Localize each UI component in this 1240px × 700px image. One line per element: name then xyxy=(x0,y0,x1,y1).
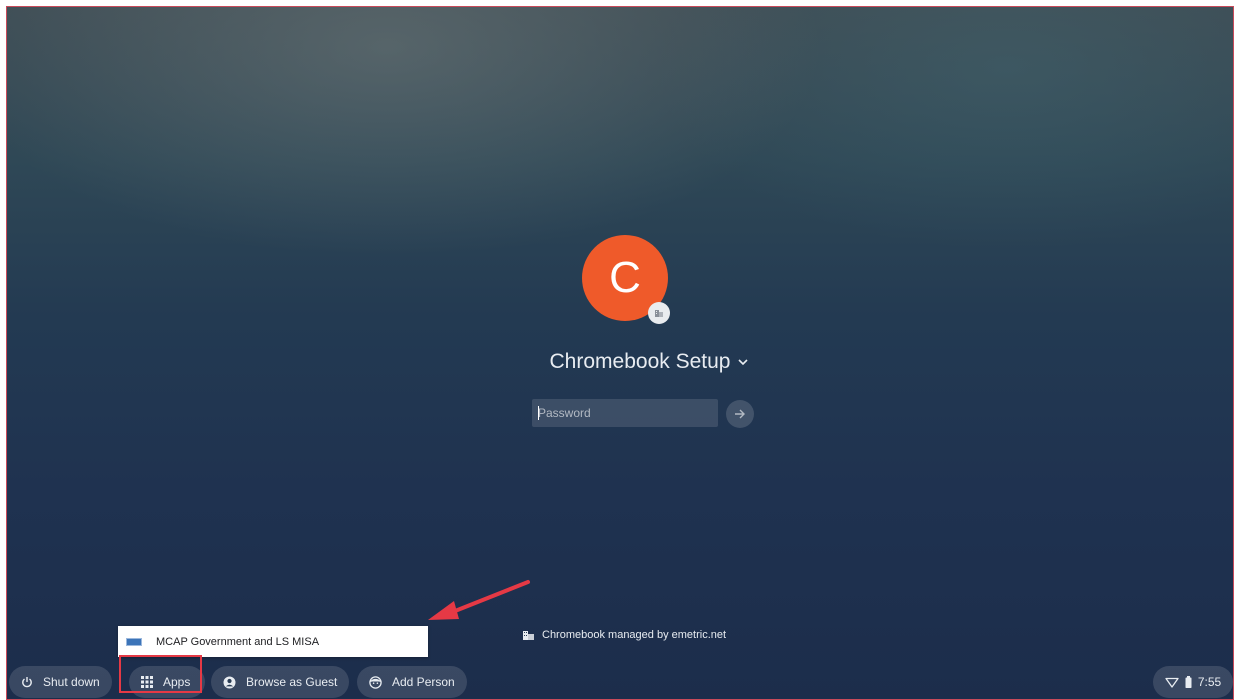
guest-account-icon xyxy=(223,676,236,688)
add-person-button[interactable]: Add Person xyxy=(357,666,467,698)
status-tray[interactable]: 7:55 xyxy=(1153,666,1233,698)
management-text: Chromebook managed by emetric.net xyxy=(542,629,727,641)
apps-menu: MCAP Government and LS MISA xyxy=(118,626,428,657)
apps-grid-icon xyxy=(141,676,153,688)
browse-as-guest-button[interactable]: Browse as Guest xyxy=(211,666,350,698)
add-person-label: Add Person xyxy=(392,675,455,689)
management-notice: Chromebook managed by emetric.net xyxy=(523,627,726,643)
shutdown-label: Shut down xyxy=(43,675,100,689)
battery-icon xyxy=(1185,676,1192,688)
submit-arrow-button[interactable] xyxy=(726,400,754,428)
user-name-label: Chromebook Setup xyxy=(549,350,731,373)
app-menu-item-label: MCAP Government and LS MISA xyxy=(156,635,320,648)
shutdown-button[interactable]: Shut down xyxy=(9,666,112,698)
app-menu-item[interactable]: MCAP Government and LS MISA xyxy=(118,626,428,657)
login-screen: C Chromebook Setup Chromebook managed by… xyxy=(6,6,1234,700)
clock-time: 7:55 xyxy=(1197,675,1222,689)
user-name-dropdown[interactable]: Chromebook Setup xyxy=(529,347,769,377)
chevron-down-icon xyxy=(738,359,749,366)
building-icon xyxy=(523,631,534,640)
wifi-icon xyxy=(1165,677,1179,688)
power-icon xyxy=(22,677,32,688)
face-icon xyxy=(369,675,382,689)
annotation-arrow-icon xyxy=(428,580,530,620)
password-input[interactable] xyxy=(532,399,718,427)
enterprise-badge-icon xyxy=(648,302,670,324)
apps-button[interactable]: Apps xyxy=(129,666,205,698)
avatar-letter: C xyxy=(609,253,641,302)
app-logo-icon xyxy=(126,637,142,646)
browse-as-guest-label: Browse as Guest xyxy=(246,675,338,689)
apps-label: Apps xyxy=(163,675,191,689)
arrow-right-icon xyxy=(735,409,745,419)
text-cursor xyxy=(538,406,539,420)
